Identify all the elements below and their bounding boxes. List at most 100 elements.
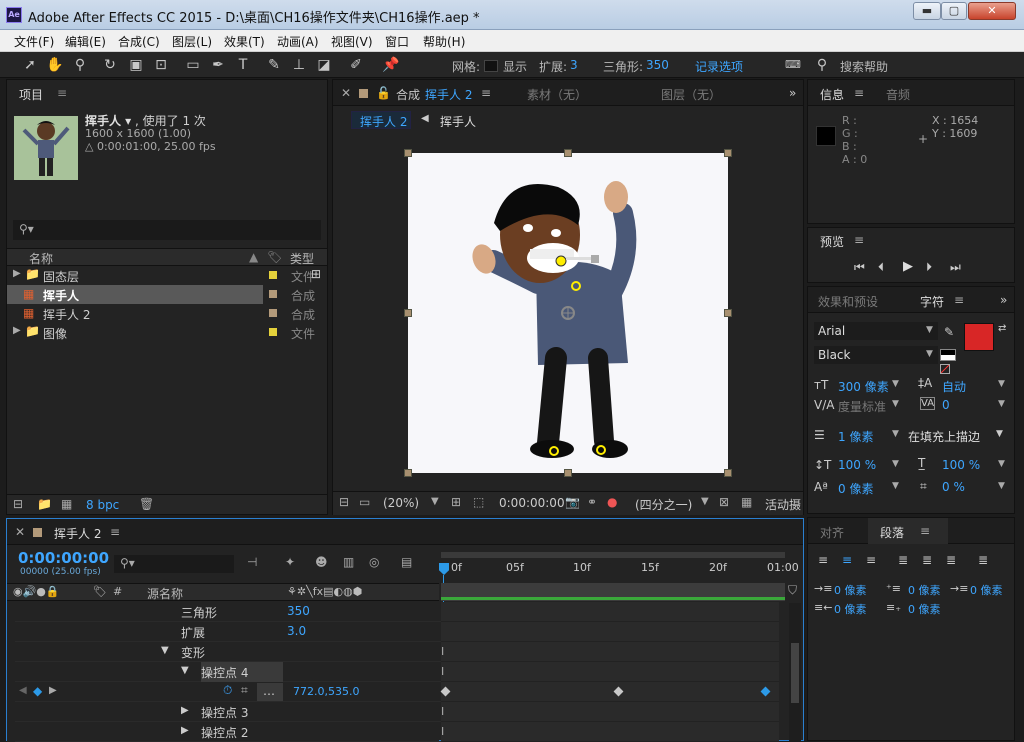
property-track[interactable] — [441, 662, 779, 682]
transform-handle[interactable] — [564, 149, 572, 157]
transform-handle[interactable] — [404, 469, 412, 477]
swap-colors-icon[interactable]: ⇄ — [998, 323, 1006, 334]
comp-marker-icon[interactable]: ⛉ — [788, 583, 797, 598]
align-left-icon[interactable]: ≡ — [818, 553, 828, 567]
comp-tab-prefix[interactable]: 合成 — [396, 86, 420, 103]
property-track[interactable] — [441, 602, 779, 622]
chevron-down-icon[interactable]: ▼ — [998, 459, 1005, 469]
zoom-dropdown[interactable]: (20%) — [383, 496, 419, 510]
next-keyframe-icon[interactable]: ▶ — [49, 685, 57, 696]
menu-help[interactable]: 帮助(H) — [423, 33, 465, 50]
transform-handle[interactable] — [724, 149, 732, 157]
play-icon[interactable]: ▶ — [903, 259, 913, 274]
panel-menu-icon[interactable]: ≡ — [481, 86, 491, 100]
font-family-dropdown[interactable]: Arial ▼ — [814, 322, 938, 340]
stopwatch-icon[interactable]: ⏱ — [223, 683, 232, 698]
property-value[interactable]: 772.0,535.0 — [293, 685, 359, 698]
align-center-icon[interactable]: ≡ — [842, 553, 852, 567]
puppet-pin-row[interactable]: ▼ 操控点 4 — [15, 662, 445, 682]
close-tab-icon[interactable]: ✕ — [341, 86, 351, 100]
project-row[interactable]: ▶ 📁 固态层 文件 ⊞ — [7, 266, 327, 285]
align-right-icon[interactable]: ≡ — [866, 553, 876, 567]
layer-switches-icon[interactable]: ⚘✲╲fx▤◐◍⬢ — [287, 585, 362, 598]
footage-tab[interactable]: 素材（无） — [527, 86, 587, 103]
timeline-search-input[interactable]: ⚲▾ — [114, 555, 234, 573]
space-before-value[interactable]: 0 像素 — [908, 582, 941, 598]
property-track[interactable] — [441, 622, 779, 642]
keyframe[interactable] — [613, 686, 624, 697]
next-frame-icon[interactable]: ⏵ — [926, 260, 932, 275]
prev-keyframe-icon[interactable]: ◀ — [19, 685, 27, 696]
minimize-button[interactable]: ▬ — [913, 2, 941, 20]
space-after-value[interactable]: 0 像素 — [908, 601, 941, 617]
audio-tab[interactable]: 音频 — [886, 86, 910, 103]
property-track[interactable] — [441, 722, 779, 742]
transparency-grid-icon[interactable]: ▦ — [741, 495, 752, 509]
menu-layer[interactable]: 图层(L) — [172, 33, 212, 50]
panel-menu-icon[interactable]: ≡ — [854, 86, 864, 100]
character-tab[interactable]: 字符 — [920, 293, 944, 310]
chevron-down-icon[interactable]: ▼ — [431, 496, 439, 507]
av-switches-icon[interactable]: ◉🔊●🔒 — [13, 585, 60, 598]
graph-icon[interactable]: ⌗ — [241, 683, 248, 698]
camera-tool-icon[interactable]: ▣ — [126, 55, 146, 75]
transform-handle[interactable] — [404, 149, 412, 157]
resolution-dropdown[interactable]: (四分之一) — [635, 496, 692, 513]
col-name-header[interactable]: 名称 — [29, 250, 53, 267]
property-row[interactable]: 扩展 3.0 — [15, 622, 445, 642]
label-color-swatch[interactable] — [269, 328, 277, 336]
layer-tab[interactable]: 图层（无） — [661, 86, 721, 103]
comp-mini-flowchart-icon[interactable]: ⊣ — [247, 555, 257, 569]
brush-tool-icon[interactable]: ✎ — [264, 55, 284, 75]
keyframe-diamond-icon[interactable]: ◆ — [33, 684, 42, 698]
project-row[interactable]: ▦ 挥手人 2 合成 — [7, 304, 327, 323]
info-tab[interactable]: 信息 — [820, 86, 844, 103]
property-row[interactable]: 三角形 350 — [15, 602, 445, 622]
timeline-scrollbar[interactable] — [789, 603, 801, 741]
chevron-down-icon[interactable]: ▼ — [892, 459, 899, 469]
graph-editor-icon[interactable]: ▤ — [401, 555, 412, 569]
panel-menu-icon[interactable]: ≡ — [920, 524, 930, 538]
project-row-selected[interactable]: ▦ 挥手人 — [7, 285, 263, 304]
chevron-down-icon[interactable]: ▼ — [996, 429, 1003, 439]
project-row[interactable]: ▶ 📁 图像 文件 — [7, 323, 327, 342]
type-tool-icon[interactable]: T — [233, 55, 253, 75]
menu-effect[interactable]: 效果(T) — [224, 33, 265, 50]
shy-icon[interactable]: ☻ — [315, 555, 328, 569]
label-color-swatch[interactable] — [269, 290, 277, 298]
search-help-icon[interactable]: ⚲ — [812, 55, 832, 75]
position-row[interactable]: ◀ ◆ ▶ ⏱ ⌗ … 772.0,535.0 — [15, 682, 445, 702]
comp-canvas[interactable] — [404, 149, 732, 477]
chevron-down-icon[interactable]: ▼ — [892, 379, 899, 389]
selection-tool-icon[interactable]: ➚ — [20, 55, 40, 75]
puppet-pin-row[interactable]: ▶ 操控点 3 — [15, 702, 445, 722]
comp-tab-name[interactable]: 挥手人 2 — [425, 86, 472, 103]
new-folder-icon[interactable]: 📁 — [37, 497, 52, 511]
justify-left-icon[interactable]: ≣ — [898, 553, 908, 567]
label-color-swatch[interactable] — [269, 271, 277, 279]
expand-value[interactable]: 3 — [570, 58, 578, 72]
menu-composition[interactable]: 合成(C) — [118, 33, 160, 50]
project-search-input[interactable]: ⚲▾ — [13, 220, 321, 240]
mesh-show-checkbox[interactable] — [484, 60, 498, 72]
chevron-down-icon[interactable]: ▼ — [892, 429, 899, 439]
fill-color-swatch[interactable] — [964, 323, 994, 351]
property-value[interactable]: 350 — [287, 604, 310, 618]
interpret-footage-icon[interactable]: ⊟ — [13, 497, 23, 511]
puppet-pin-row[interactable]: ▶ 操控点 2 — [15, 722, 445, 742]
snapshot-icon[interactable]: 📷 — [565, 495, 580, 509]
expand-arrow-icon[interactable]: ▶ — [13, 268, 21, 279]
pan-behind-tool-icon[interactable]: ⊡ — [151, 55, 171, 75]
transform-handle[interactable] — [564, 469, 572, 477]
transform-handle[interactable] — [724, 309, 732, 317]
indent-right-value[interactable]: 0 像素 — [834, 601, 867, 617]
breadcrumb-next[interactable]: 挥手人 — [440, 113, 476, 130]
indent-left-value[interactable]: 0 像素 — [834, 582, 867, 598]
expand-arrow-icon[interactable]: ▼ — [181, 665, 189, 676]
font-style-dropdown[interactable]: Black ▼ — [814, 346, 938, 364]
panel-menu-icon[interactable]: ≡ — [110, 525, 120, 539]
close-button[interactable]: ✕ — [968, 2, 1016, 20]
bpc-setting[interactable]: 8 bpc — [86, 498, 119, 512]
workspace-icon[interactable]: ⌨ — [783, 55, 803, 75]
prev-frame-icon[interactable]: ⏴ — [878, 260, 884, 275]
